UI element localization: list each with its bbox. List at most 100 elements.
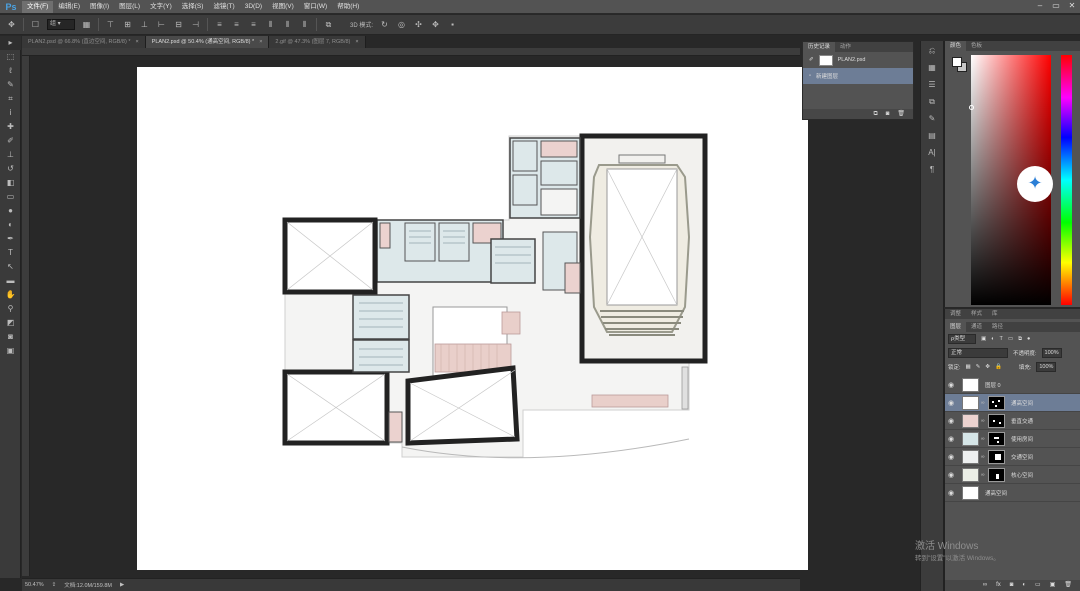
menu-help[interactable]: 帮助(H) (332, 1, 364, 13)
lock-position-icon[interactable]: ✥ (985, 364, 990, 370)
align-vcenter-icon[interactable]: ⊞ (122, 19, 133, 30)
distribute-right-icon[interactable]: ⦀ (299, 19, 310, 30)
layer-mask-thumbnail[interactable] (988, 413, 1005, 428)
menu-image[interactable]: 图像(I) (85, 1, 114, 13)
3d-rotate-icon[interactable]: ↻ (379, 19, 390, 30)
tab-layers[interactable]: 图层 (945, 322, 967, 332)
layer-mask-thumbnail[interactable] (988, 467, 1005, 482)
filter-toggle-icon[interactable]: ● (1027, 336, 1030, 342)
default-colors-icon[interactable]: ◩ (0, 316, 21, 330)
distribute-left-icon[interactable]: ⦀ (265, 19, 276, 30)
path-select-tool-icon[interactable]: ↖ (0, 260, 21, 274)
auto-align-icon[interactable]: ⧉ (323, 19, 334, 30)
layer-kind-filter[interactable]: ρ类型 (948, 334, 976, 344)
visibility-eye-icon[interactable]: ◉ (945, 381, 957, 389)
character-panel-icon[interactable]: A| (921, 146, 943, 160)
distribute-top-icon[interactable]: ≡ (214, 19, 225, 30)
close-icon[interactable]: × (259, 36, 262, 48)
tab-swatches[interactable]: 色板 (966, 41, 988, 51)
move-tool-icon[interactable]: ▸ (0, 36, 21, 50)
share-icon[interactable]: ⇪ (52, 582, 57, 588)
pen-tool-icon[interactable]: ✒ (0, 232, 21, 246)
quick-mask-icon[interactable]: ◙ (0, 330, 21, 344)
layer-row[interactable]: ◉ ∞ 核心空间 (945, 466, 1080, 484)
doc-tab[interactable]: 2.gif @ 47.3% (图层 7, RGB/8) × (269, 36, 366, 48)
visibility-eye-icon[interactable]: ◉ (945, 399, 957, 407)
align-bottom-icon[interactable]: ⊥ (139, 19, 150, 30)
3d-roll-icon[interactable]: ◎ (396, 19, 407, 30)
layer-style-icon[interactable]: fx (996, 580, 1001, 591)
menu-layer[interactable]: 图层(L) (114, 1, 145, 13)
layer-row[interactable]: ◉ ∞ 使用房间 (945, 430, 1080, 448)
tab-styles[interactable]: 样式 (966, 309, 988, 319)
visibility-eye-icon[interactable]: ◉ (945, 435, 957, 443)
link-chain-icon[interactable]: ∞ (981, 418, 986, 424)
link-chain-icon[interactable]: ∞ (981, 472, 986, 478)
tab-color[interactable]: 颜色 (945, 41, 967, 51)
tab-adjustments[interactable]: 调整 (945, 309, 967, 319)
brush-panel-icon[interactable]: ✎ (921, 112, 943, 126)
minimize-button[interactable]: – (1032, 0, 1048, 13)
zoom-tool-icon[interactable]: ⚲ (0, 302, 21, 316)
menu-file[interactable]: 文件(F) (22, 0, 54, 13)
lock-pixels-icon[interactable]: ✎ (976, 364, 981, 370)
menu-view[interactable]: 视图(V) (267, 1, 299, 13)
close-button[interactable]: ✕ (1064, 0, 1080, 13)
menu-3d[interactable]: 3D(D) (240, 1, 267, 13)
tab-channels[interactable]: 通道 (966, 322, 988, 332)
align-top-icon[interactable]: ⊤ (105, 19, 116, 30)
menu-select[interactable]: 选择(S) (177, 1, 209, 13)
doc-tab-active[interactable]: PLAN2.psd @ 50.4% (通高空间, RGB/8) * × (145, 36, 270, 48)
quick-select-tool-icon[interactable]: ✎ (0, 78, 21, 92)
fill-input[interactable]: 100% (1036, 362, 1057, 372)
clone-stamp-tool-icon[interactable]: ⊥ (0, 148, 21, 162)
link-chain-icon[interactable]: ∞ (981, 400, 986, 406)
menu-window[interactable]: 窗口(W) (299, 1, 332, 13)
auto-select-checkbox[interactable]: ☐ (30, 19, 41, 30)
align-left-icon[interactable]: ⊢ (156, 19, 167, 30)
new-snapshot-icon[interactable]: ◙ (886, 109, 890, 119)
opacity-input[interactable]: 100% (1041, 348, 1062, 358)
history-state[interactable]: ▫ 新建图层 (803, 68, 913, 84)
maximize-button[interactable]: ▭ (1048, 0, 1064, 13)
eraser-tool-icon[interactable]: ◧ (0, 176, 21, 190)
layer-row[interactable]: ◉ ∞ 交通空间 (945, 448, 1080, 466)
3d-slide-icon[interactable]: ✥ (430, 19, 441, 30)
zoom-level[interactable]: 50.47% (25, 582, 44, 588)
menu-edit[interactable]: 编辑(E) (53, 1, 85, 13)
document-canvas[interactable] (137, 67, 808, 570)
layer-row[interactable]: ◉ 通高空间 (945, 484, 1080, 502)
link-layers-icon[interactable]: ∞ (983, 580, 987, 591)
screen-mode-icon[interactable]: ▣ (0, 344, 21, 358)
color-picker-ring[interactable] (969, 105, 974, 110)
lock-all-icon[interactable]: 🔒 (995, 364, 1002, 370)
3d-pan-icon[interactable]: ✣ (413, 19, 424, 30)
visibility-eye-icon[interactable]: ◉ (945, 471, 957, 479)
paragraph-panel-icon[interactable]: ¶ (921, 163, 943, 177)
transform-controls-icon[interactable]: ▦ (81, 19, 92, 30)
filter-adjustment-icon[interactable]: ◐ (991, 336, 994, 342)
layer-row[interactable]: ◉ ∞ 垂直交通 (945, 412, 1080, 430)
new-group-icon[interactable]: ▭ (1035, 580, 1041, 591)
distribute-bottom-icon[interactable]: ≡ (248, 19, 259, 30)
marquee-tool-icon[interactable]: ⬚ (0, 50, 21, 64)
tab-actions[interactable]: 动作 (835, 42, 857, 52)
filter-type-icon[interactable]: T (1000, 336, 1003, 342)
add-mask-icon[interactable]: ◙ (1010, 580, 1014, 591)
new-layer-icon[interactable]: ▣ (1050, 580, 1056, 591)
tab-libraries[interactable]: 库 (987, 309, 1003, 319)
clone-source-icon[interactable]: ⧉ (921, 95, 943, 109)
align-hcenter-icon[interactable]: ⊟ (173, 19, 184, 30)
blur-tool-icon[interactable]: ● (0, 204, 21, 218)
link-chain-icon[interactable]: ∞ (981, 436, 986, 442)
layer-mask-thumbnail[interactable] (988, 431, 1005, 446)
brush-tool-icon[interactable]: ✐ (0, 134, 21, 148)
status-menu-arrow-icon[interactable]: ▶ (120, 582, 124, 588)
layer-row[interactable]: ◉ 图层 0 (945, 376, 1080, 394)
menu-filter[interactable]: 滤镜(T) (208, 1, 239, 13)
type-tool-icon[interactable]: T (0, 246, 21, 260)
doc-tab[interactable]: PLAN2.psd @ 66.8% (直边空间, RGB/8) * × (22, 36, 146, 48)
crop-tool-icon[interactable]: ⌗ (0, 92, 21, 106)
distribute-vcenter-icon[interactable]: ≡ (231, 19, 242, 30)
visibility-eye-icon[interactable]: ◉ (945, 453, 957, 461)
